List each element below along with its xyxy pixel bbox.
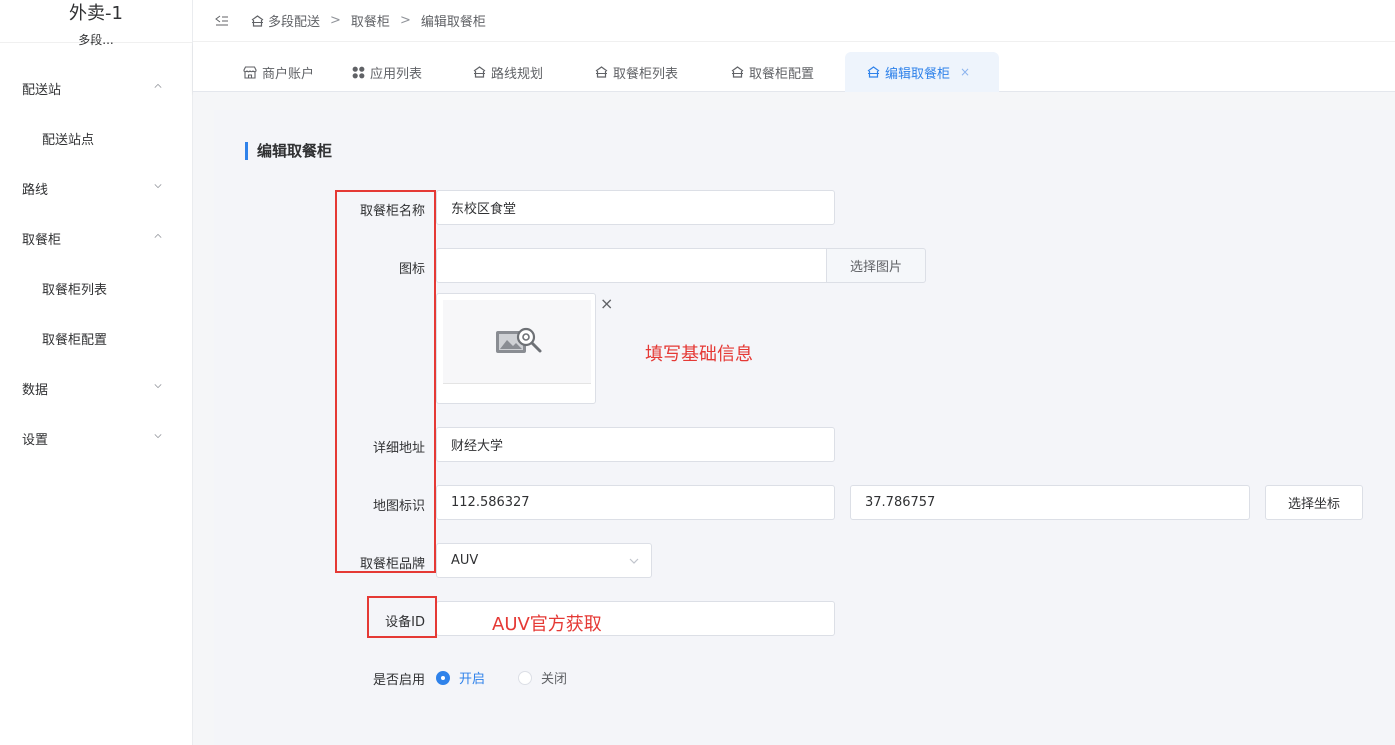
chevron-up-icon: [154, 233, 162, 238]
latitude-input[interactable]: 37.786757: [850, 485, 1250, 520]
collapse-menu-icon[interactable]: [215, 15, 229, 27]
chevron-down-icon: [154, 384, 162, 389]
sidebar-group-label: 路线: [22, 182, 49, 198]
page-title: 编辑取餐柜: [245, 142, 332, 160]
app-subtitle: 多段...: [78, 33, 114, 47]
chevron-up-icon: [154, 83, 162, 88]
tab-app-list[interactable]: 应用列表: [352, 52, 422, 92]
apps-icon: [352, 66, 365, 78]
sidebar: 外卖-1 多段... 配送站 配送站点 路线 取餐柜 取餐柜列表 取餐柜配置 数…: [0, 0, 193, 745]
icon-url-input[interactable]: [436, 248, 828, 283]
breadcrumb: 多段配送 > 取餐柜 > 编辑取餐柜: [251, 11, 486, 30]
tab-route-planning[interactable]: 路线规划: [473, 52, 543, 92]
name-input[interactable]: 东校区食堂: [436, 190, 835, 225]
home-icon: [731, 66, 744, 78]
sidebar-item-cabinet-config[interactable]: 取餐柜配置: [0, 313, 192, 363]
shop-icon: [243, 65, 257, 79]
annotation-basic-info: 填写基础信息: [645, 344, 753, 365]
breadcrumb-item[interactable]: 取餐柜: [351, 11, 390, 30]
breadcrumb-item[interactable]: 多段配送: [268, 11, 320, 30]
form-panel: 编辑取餐柜 取餐柜名称 东校区食堂 图标 选择图片 × 详细地址 财经大学 地图…: [214, 110, 1395, 745]
image-preview: [436, 293, 596, 404]
sidebar-group-route[interactable]: 路线: [0, 163, 192, 213]
address-input[interactable]: 财经大学: [436, 427, 835, 462]
choose-coordinate-button[interactable]: 选择坐标: [1265, 485, 1363, 520]
tab-bar: 商户账户 应用列表 路线规划 取餐柜列表 取餐柜配置 编辑取餐柜 ×: [193, 42, 1395, 92]
app-title: 外卖-1: [69, 3, 123, 24]
sidebar-group-label: 取餐柜: [22, 232, 62, 248]
remove-image-icon[interactable]: ×: [600, 294, 613, 313]
enable-label: 是否启用: [372, 673, 425, 688]
chevron-down-icon: [154, 434, 162, 439]
sidebar-group-label: 数据: [22, 382, 49, 398]
chevron-down-icon: [154, 184, 162, 189]
sidebar-item-delivery-points[interactable]: 配送站点: [0, 113, 192, 163]
tab-cabinet-list[interactable]: 取餐柜列表: [595, 52, 678, 92]
top-header: 多段配送 > 取餐柜 > 编辑取餐柜: [193, 0, 1395, 42]
enable-off-radio[interactable]: 关闭: [518, 668, 567, 687]
home-icon: [867, 66, 880, 78]
image-placeholder-icon: [496, 327, 542, 353]
annotation-box-basic: [335, 190, 436, 573]
sidebar-group-data[interactable]: 数据: [0, 363, 192, 413]
breadcrumb-item-current: 编辑取餐柜: [420, 15, 486, 30]
longitude-input[interactable]: 112.586327: [436, 485, 835, 520]
brand-select[interactable]: AUV: [436, 543, 652, 578]
choose-image-button[interactable]: 选择图片: [826, 248, 926, 283]
annotation-box-device: [367, 596, 437, 638]
home-icon: [473, 66, 486, 78]
main-content: 编辑取餐柜 取餐柜名称 东校区食堂 图标 选择图片 × 详细地址 财经大学 地图…: [193, 92, 1395, 745]
annotation-device-hint: AUV官方获取: [492, 614, 602, 635]
sidebar-group-label: 设置: [22, 432, 49, 448]
home-icon: [251, 14, 264, 27]
sidebar-group-delivery-station[interactable]: 配送站: [0, 63, 192, 113]
sidebar-menu: 配送站 配送站点 路线 取餐柜 取餐柜列表 取餐柜配置 数据 设置: [0, 63, 192, 463]
sidebar-group-cabinet[interactable]: 取餐柜: [0, 213, 192, 263]
home-icon: [595, 66, 608, 78]
enable-on-radio[interactable]: 开启: [436, 668, 485, 687]
brand: 外卖-1 多段...: [0, 0, 192, 47]
breadcrumb-separator: >: [399, 13, 411, 28]
radio-dot: [436, 670, 450, 685]
tab-merchant-account[interactable]: 商户账户: [243, 52, 314, 92]
chevron-down-icon: [629, 558, 639, 564]
sidebar-group-settings[interactable]: 设置: [0, 413, 192, 463]
sidebar-group-label: 配送站: [22, 82, 62, 98]
tab-edit-cabinet[interactable]: 编辑取餐柜 ×: [845, 52, 999, 92]
sidebar-item-cabinet-list[interactable]: 取餐柜列表: [0, 263, 192, 313]
tab-cabinet-config[interactable]: 取餐柜配置: [731, 52, 814, 92]
breadcrumb-separator: >: [330, 13, 341, 28]
radio-dot: [518, 670, 532, 685]
tab-close-icon[interactable]: ×: [960, 65, 970, 79]
